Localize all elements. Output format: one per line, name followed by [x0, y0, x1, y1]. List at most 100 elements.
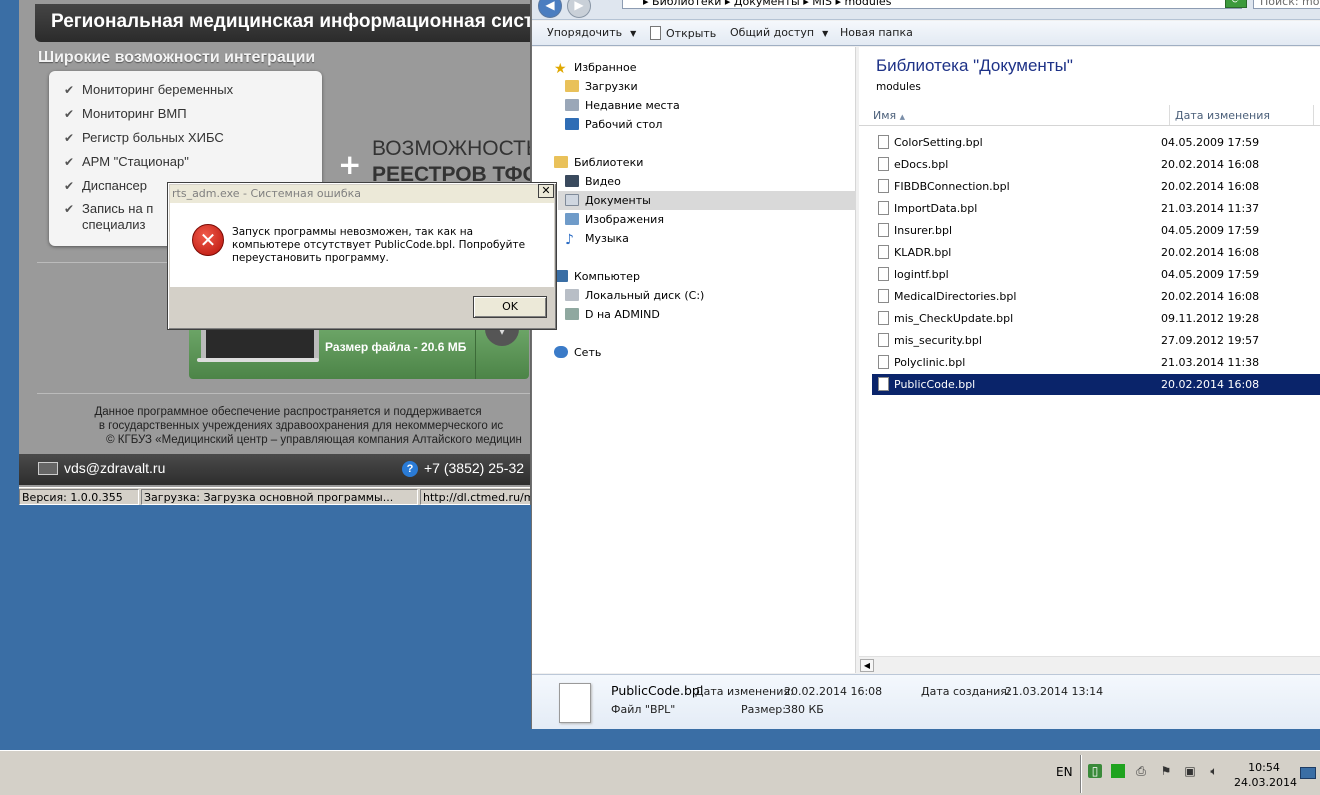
nav-video[interactable]: Видео [565, 172, 621, 191]
loading-status: Загрузка: Загрузка основной программы... [141, 489, 418, 505]
file-row[interactable]: ColorSetting.bpl 04.05.2009 17:59 [872, 132, 1320, 153]
open-button[interactable]: Открыть [650, 26, 716, 40]
new-folder-button[interactable]: Новая папка [840, 26, 913, 39]
phone-text: ? +7 (3852) 25-32 [402, 460, 524, 477]
file-name: FIBDBConnection.bpl [894, 180, 1010, 193]
file-name: ImportData.bpl [894, 202, 978, 215]
plus-icon: + [338, 148, 362, 181]
horizontal-scrollbar[interactable]: ◀ [859, 656, 1320, 673]
nav-favorites[interactable]: ★ Избранное [554, 58, 636, 77]
video-icon [565, 175, 579, 187]
network-tray-icon[interactable]: ▣ [1183, 764, 1197, 778]
file-name: Polyclinic.bpl [894, 356, 966, 369]
recent-places-icon [565, 99, 579, 111]
library-subtitle: modules [876, 81, 921, 93]
help-icon[interactable]: ? [402, 461, 418, 477]
tray-app-icon[interactable]: ▯ [1088, 764, 1102, 778]
column-name[interactable]: Имя ▲ [873, 109, 905, 122]
error-icon: ✕ [192, 224, 224, 256]
file-row[interactable]: mis_security.bpl 27.09.2012 19:57 [872, 330, 1320, 351]
sort-ascending-icon: ▲ [899, 113, 906, 121]
nav-recent[interactable]: Недавние места [565, 96, 680, 115]
details-pane: PublicCode.bpl Дата изменения: 20.02.201… [532, 674, 1320, 729]
file-icon [878, 311, 889, 325]
nav-computer[interactable]: Компьютер [554, 267, 640, 286]
nav-downloads[interactable]: Загрузки [565, 77, 638, 96]
error-message: Запуск программы невозможен, так как на … [232, 226, 526, 264]
file-row[interactable]: MedicalDirectories.bpl 20.02.2014 16:08 [872, 286, 1320, 307]
file-name: PublicCode.bpl [894, 378, 976, 391]
nav-images[interactable]: Изображения [565, 210, 664, 229]
desktop-icon [565, 118, 579, 130]
promo-text: ВОЗМОЖНОСТЬ Ф РЕЕСТРОВ ТФОМ [372, 137, 531, 186]
column-date[interactable]: Дата изменения [1175, 109, 1270, 122]
show-desktop-icon[interactable] [1300, 767, 1316, 779]
printer-icon[interactable]: ⎙ [1134, 764, 1148, 778]
details-modified-value: 20.02.2014 16:08 [784, 685, 883, 698]
email-link[interactable]: vds@zdravalt.ru [38, 460, 165, 476]
file-row[interactable]: PublicCode.bpl 20.02.2014 16:08 [872, 374, 1320, 395]
clock[interactable]: 10:54 24.03.2014 [1234, 760, 1297, 790]
search-input[interactable]: Поиск: modu [1253, 0, 1320, 9]
forward-button[interactable]: ▶ [567, 0, 591, 18]
language-indicator[interactable]: EN [1056, 765, 1073, 779]
refresh-button[interactable]: ⟳ [1225, 0, 1247, 8]
nav-documents[interactable]: Документы [558, 191, 856, 210]
system-error-dialog: rts_adm.exe - Системная ошибка ✕ ✕ Запус… [167, 182, 557, 330]
column-divider[interactable] [1313, 105, 1314, 125]
file-date: 04.05.2009 17:59 [1161, 136, 1260, 149]
column-headers: Имя ▲ Дата изменения [859, 105, 1320, 126]
file-row[interactable]: Insurer.bpl 04.05.2009 17:59 [872, 220, 1320, 241]
status-bar: Версия: 1.0.0.355 Загрузка: Загрузка осн… [19, 487, 530, 505]
file-icon [878, 201, 889, 215]
file-name: Insurer.bpl [894, 224, 952, 237]
file-size-label: Размер файла - 20.6 МБ [325, 340, 467, 354]
check-icon: ✔ [64, 179, 75, 193]
documents-icon [565, 194, 579, 206]
images-icon [565, 213, 579, 225]
file-large-icon [559, 683, 591, 723]
file-row[interactable]: mis_CheckUpdate.bpl 09.11.2012 19:28 [872, 308, 1320, 329]
close-button[interactable]: ✕ [538, 184, 554, 198]
file-name: mis_CheckUpdate.bpl [894, 312, 1014, 325]
file-row[interactable]: Polyclinic.bpl 21.03.2014 11:38 [872, 352, 1320, 373]
file-icon [878, 135, 889, 149]
breadcrumb[interactable]: ▸ Библиотеки ▸ Документы ▸ MIS ▸ modules [622, 0, 1242, 9]
details-created-label: Дата создания: [921, 685, 1011, 698]
ok-button[interactable]: OK [473, 296, 547, 318]
volume-icon[interactable]: 🔈︎ [1207, 764, 1221, 778]
file-row[interactable]: ImportData.bpl 21.03.2014 11:37 [872, 198, 1320, 219]
organize-menu[interactable]: Упорядочить ▼ [547, 26, 636, 39]
nav-admind[interactable]: D на ADMIND [565, 305, 660, 324]
launcher-title: Региональная медицинская информационная … [35, 4, 530, 42]
back-button[interactable]: ◀ [538, 0, 562, 18]
file-row[interactable]: eDocs.bpl 20.02.2014 16:08 [872, 154, 1320, 175]
nav-music[interactable]: ♪ Музыка [565, 229, 629, 248]
flag-icon[interactable]: ⚑ [1159, 764, 1173, 778]
check-icon: ✔ [64, 155, 75, 169]
file-date: 20.02.2014 16:08 [1161, 378, 1260, 391]
check-icon: ✔ [64, 107, 75, 121]
file-date: 21.03.2014 11:38 [1161, 356, 1260, 369]
file-row[interactable]: logintf.bpl 04.05.2009 17:59 [872, 264, 1320, 285]
star-icon: ★ [554, 61, 567, 77]
file-row[interactable]: FIBDBConnection.bpl 20.02.2014 16:08 [872, 176, 1320, 197]
download-panel[interactable]: Размер файла - 20.6 МБ ▾ [189, 324, 529, 379]
column-divider[interactable] [1169, 105, 1170, 125]
tray-monitor-icon[interactable] [1111, 764, 1125, 778]
feature-item: ✔ АРМ "Стационар" [64, 154, 189, 169]
feature-item: ✔ Мониторинг беременных [64, 82, 234, 97]
check-icon: ✔ [64, 83, 75, 97]
share-menu[interactable]: Общий доступ ▼ [730, 26, 828, 39]
nav-network[interactable]: Сеть [554, 343, 601, 362]
launcher-footer: vds@zdravalt.ru ? +7 (3852) 25-32 [19, 454, 530, 485]
scroll-left-icon[interactable]: ◀ [860, 659, 874, 672]
nav-libraries[interactable]: Библиотеки [554, 153, 643, 172]
file-icon [878, 267, 889, 281]
file-row[interactable]: KLADR.bpl 20.02.2014 16:08 [872, 242, 1320, 263]
network-drive-icon [565, 308, 579, 320]
disk-icon [565, 289, 579, 301]
nav-local-disk[interactable]: Локальный диск (C:) [565, 286, 704, 305]
nav-desktop[interactable]: Рабочий стол [565, 115, 662, 134]
file-name: KLADR.bpl [894, 246, 952, 259]
